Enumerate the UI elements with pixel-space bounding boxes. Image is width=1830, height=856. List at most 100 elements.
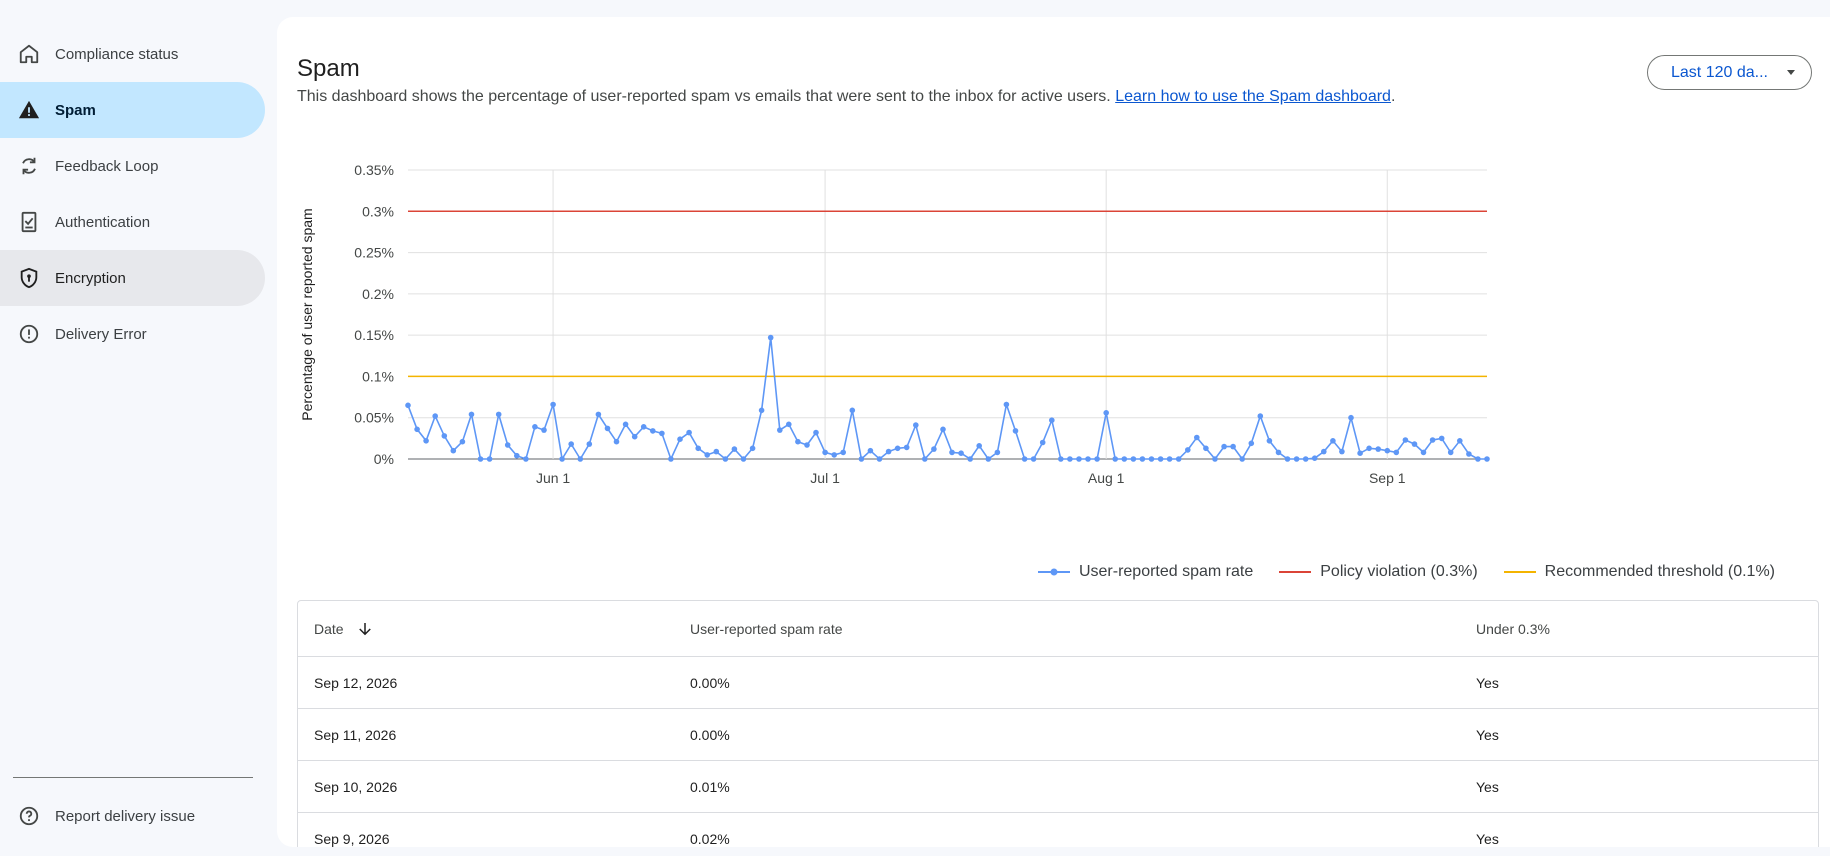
report-delivery-issue[interactable]: Report delivery issue bbox=[0, 788, 265, 844]
data-point bbox=[985, 456, 992, 462]
x-tick-label: Jul 1 bbox=[810, 470, 840, 486]
data-point bbox=[1302, 456, 1309, 462]
checklist-icon bbox=[18, 211, 40, 233]
data-point bbox=[922, 456, 928, 462]
data-point bbox=[795, 438, 801, 445]
column-header-spam-rate[interactable]: User-reported spam rate bbox=[690, 601, 843, 656]
data-point bbox=[976, 443, 982, 449]
cell-date: Sep 12, 2026 bbox=[314, 674, 398, 691]
y-tick-label: 0.25% bbox=[354, 245, 394, 261]
data-point bbox=[731, 446, 738, 452]
warning-icon bbox=[18, 99, 40, 121]
data-point bbox=[686, 429, 692, 436]
data-point bbox=[1366, 445, 1372, 452]
data-point bbox=[1094, 456, 1100, 462]
data-point bbox=[650, 428, 656, 434]
data-point bbox=[577, 456, 584, 462]
cell-spam-rate: 0.01% bbox=[690, 778, 730, 795]
data-point bbox=[722, 456, 729, 462]
x-tick-label: Aug 1 bbox=[1088, 470, 1125, 486]
cell-date: Sep 10, 2026 bbox=[314, 778, 398, 795]
data-point bbox=[767, 334, 774, 341]
data-point bbox=[1375, 446, 1381, 452]
data-point bbox=[1284, 456, 1291, 462]
data-point bbox=[695, 445, 701, 452]
legend-line-policy-icon bbox=[1279, 571, 1312, 573]
nav-item-feedback-loop[interactable]: Feedback Loop bbox=[0, 138, 265, 194]
data-point bbox=[414, 426, 420, 433]
data-point bbox=[432, 413, 438, 419]
data-point bbox=[1121, 456, 1128, 462]
data-point bbox=[1130, 456, 1137, 462]
data-point bbox=[758, 407, 765, 414]
data-point bbox=[423, 438, 429, 444]
data-point bbox=[1166, 456, 1173, 462]
data-point bbox=[568, 441, 574, 447]
dropdown-arrow-icon bbox=[1787, 70, 1795, 75]
cell-spam-rate: 0.00% bbox=[690, 726, 730, 743]
data-point bbox=[1330, 438, 1336, 444]
nav-item-authentication[interactable]: Authentication bbox=[0, 194, 265, 250]
data-point bbox=[459, 438, 466, 445]
legend-line-series-icon bbox=[1037, 568, 1070, 576]
data-point bbox=[523, 456, 529, 462]
nav-item-delivery-error[interactable]: Delivery Error bbox=[0, 306, 265, 362]
data-point bbox=[1321, 448, 1327, 455]
data-point bbox=[1221, 443, 1227, 450]
cell-spam-rate: 0.00% bbox=[690, 674, 730, 691]
data-point bbox=[1420, 449, 1427, 456]
page-title: Spam bbox=[297, 55, 360, 82]
chart-legend: User-reported spam rate Policy violation… bbox=[1037, 563, 1775, 581]
page-description: This dashboard shows the percentage of u… bbox=[297, 88, 1395, 106]
learn-more-link[interactable]: Learn how to use the Spam dashboard bbox=[1115, 88, 1391, 105]
data-point bbox=[1466, 451, 1472, 457]
x-tick-label: Jun 1 bbox=[536, 470, 570, 486]
date-range-label: Last 120 da... bbox=[1671, 63, 1768, 81]
data-point bbox=[622, 421, 629, 428]
data-point bbox=[504, 442, 511, 448]
table-row: Sep 10, 2026 0.01% Yes bbox=[298, 761, 1818, 813]
table-row: Sep 9, 2026 0.02% Yes bbox=[298, 813, 1818, 847]
data-point bbox=[1039, 439, 1046, 446]
data-point bbox=[514, 452, 520, 459]
data-point bbox=[1293, 456, 1300, 462]
nav-item-encryption[interactable]: Encryption bbox=[0, 250, 265, 306]
legend-label: Policy violation (0.3%) bbox=[1320, 563, 1478, 580]
date-range-dropdown[interactable]: Last 120 da... bbox=[1647, 55, 1812, 90]
data-point bbox=[1457, 438, 1463, 444]
y-tick-label: 0% bbox=[374, 451, 394, 467]
shield-icon bbox=[18, 267, 40, 289]
data-point bbox=[786, 421, 792, 428]
y-tick-label: 0.15% bbox=[354, 327, 394, 343]
data-point bbox=[1067, 456, 1073, 462]
data-point bbox=[1447, 449, 1454, 456]
table-row: Sep 12, 2026 0.00% Yes bbox=[298, 657, 1818, 709]
error-icon bbox=[18, 323, 40, 345]
y-tick-label: 0.1% bbox=[362, 368, 394, 384]
column-header-date[interactable]: Date bbox=[314, 601, 374, 656]
nav-item-compliance-status[interactable]: Compliance status bbox=[0, 26, 265, 82]
legend-label: Recommended threshold (0.1%) bbox=[1544, 563, 1775, 580]
data-point bbox=[967, 456, 973, 462]
data-point bbox=[1203, 445, 1209, 452]
column-header-under-threshold[interactable]: Under 0.3% bbox=[1476, 601, 1550, 656]
data-point bbox=[477, 456, 484, 462]
data-point bbox=[604, 425, 611, 432]
data-point bbox=[1157, 456, 1164, 462]
data-point bbox=[450, 447, 457, 454]
data-point bbox=[1384, 447, 1391, 454]
cell-under-threshold: Yes bbox=[1476, 778, 1499, 795]
data-point bbox=[777, 427, 783, 433]
y-axis-label: Percentage of user reported spam bbox=[299, 208, 315, 420]
data-point bbox=[1393, 449, 1400, 456]
data-point bbox=[1475, 456, 1481, 462]
data-point bbox=[749, 445, 756, 452]
y-tick-label: 0.35% bbox=[354, 162, 394, 178]
data-point bbox=[1175, 456, 1182, 462]
legend-item-recommended-threshold: Recommended threshold (0.1%) bbox=[1503, 563, 1775, 581]
data-point bbox=[1012, 428, 1019, 434]
data-point bbox=[441, 433, 448, 439]
nav-item-spam[interactable]: Spam bbox=[0, 82, 265, 138]
data-point bbox=[1194, 434, 1200, 441]
cell-date: Sep 9, 2026 bbox=[314, 830, 390, 847]
